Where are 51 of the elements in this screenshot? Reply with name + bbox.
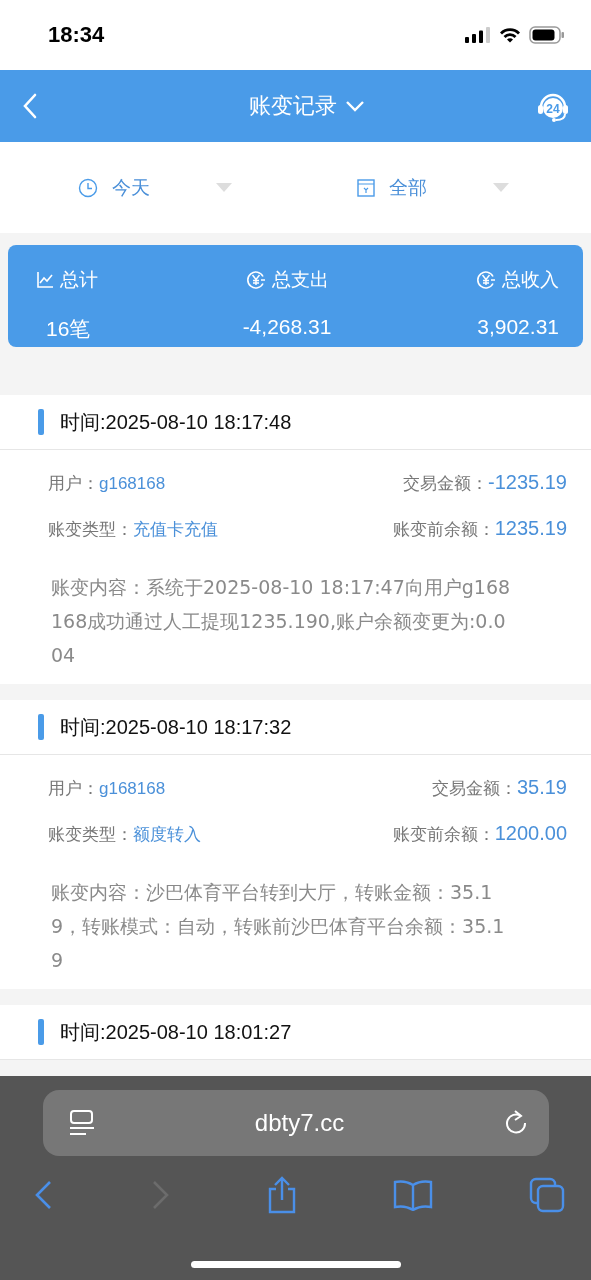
filter-dropdown[interactable]: 全部 — [312, 174, 591, 201]
field-label: 用户： — [48, 777, 99, 798]
summary-value: 3,902.31 — [477, 315, 559, 339]
accent-bar — [38, 714, 44, 740]
filter-dropdown[interactable]: 今天 — [0, 174, 313, 201]
record-time: 时间:2025-08-10 18:17:48 — [60, 409, 292, 435]
signal-icon — [465, 27, 491, 43]
field-label: 交易金额： — [431, 778, 517, 798]
chart-icon — [36, 271, 54, 289]
field-label: 账变类型： — [48, 518, 133, 539]
user-value: g168168 — [99, 778, 166, 798]
back-icon[interactable] — [22, 93, 38, 119]
field-label: 交易金额： — [403, 473, 489, 493]
field-label: 账变类型： — [48, 823, 133, 844]
back-icon[interactable] — [34, 1179, 54, 1211]
field-label: 账变前余额： — [392, 824, 495, 844]
type-value: 额度转入 — [133, 824, 201, 844]
record-time: 时间:2025-08-10 18:01:27 — [60, 1019, 292, 1045]
summary-label: 总收入 — [502, 267, 559, 292]
page-title[interactable]: 账变记录 — [248, 91, 337, 121]
tabs-icon[interactable] — [529, 1177, 565, 1213]
balance-value: 1200.00 — [494, 822, 567, 844]
page-menu-icon[interactable] — [68, 1109, 95, 1137]
dropdown-arrow-icon — [216, 183, 232, 192]
amount-value: -1235.19 — [488, 471, 567, 493]
yen-coin-icon — [476, 270, 496, 290]
user-value: g168168 — [99, 473, 166, 493]
yen-coin-icon — [245, 270, 266, 290]
accent-bar — [38, 409, 44, 435]
battery-icon — [529, 26, 565, 44]
record-content: 账变内容：系统于2025-08-10 18:17:47向用户g168168成功通过人工提现1235.190,账户余额变更为:0.004 — [51, 575, 512, 668]
summary-label: 总计 — [60, 267, 98, 292]
summary-value: -4,268.31 — [242, 315, 332, 339]
balance-value: 1235.19 — [494, 517, 567, 539]
wifi-icon — [499, 27, 521, 43]
book-icon[interactable] — [393, 1179, 434, 1211]
summary-label: 总支出 — [271, 267, 329, 292]
field-label: 账变前余额： — [392, 519, 495, 539]
accent-bar — [38, 1019, 44, 1045]
clock-icon — [78, 177, 98, 198]
record-time: 时间:2025-08-10 18:17:32 — [60, 714, 292, 740]
address-bar[interactable]: dbty7.cc — [42, 1090, 549, 1156]
status-time: 18:34 — [48, 22, 105, 48]
type-value: 充值卡充值 — [133, 519, 218, 539]
field-label: 用户： — [48, 472, 99, 493]
chevron-down-icon[interactable] — [344, 100, 365, 112]
amount-value: 35.19 — [516, 776, 567, 798]
dropdown-arrow-icon — [492, 183, 509, 192]
record-content: 账变内容：沙巴体育平台转到大厅，转账金额：35.19，转账模式：自动，转账前沙巴体育平台余额：35.19 — [51, 880, 506, 973]
summary-value: 16笔 — [46, 316, 91, 342]
reload-icon[interactable] — [504, 1110, 529, 1136]
